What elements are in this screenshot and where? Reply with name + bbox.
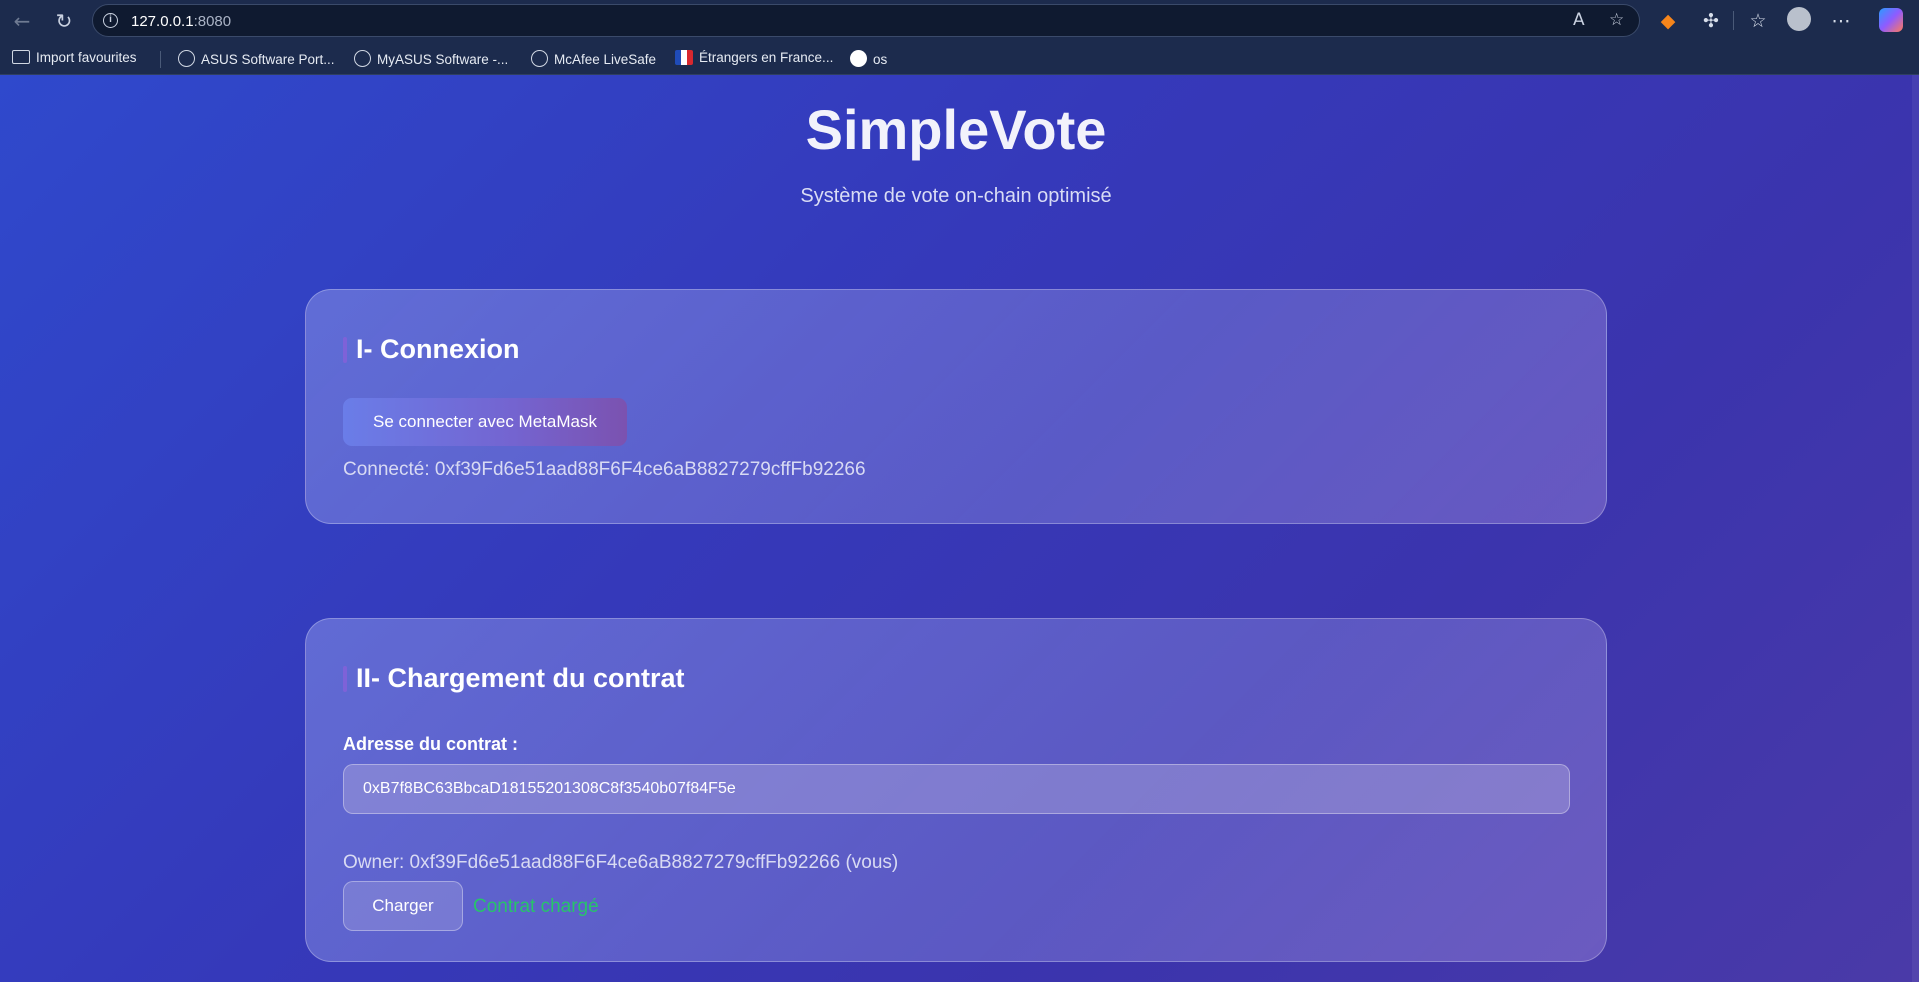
folder-import-icon: [12, 50, 30, 64]
browser-toolbar: ← ↻ i 127.0.0.1:8080 A ☆ ◆ ✣ ☆ ⋯: [0, 0, 1919, 41]
metamask-fox-icon[interactable]: ◆: [1655, 8, 1681, 34]
favorites-list-icon[interactable]: ☆: [1745, 8, 1771, 34]
github-icon: [850, 50, 867, 67]
globe-icon: [354, 50, 371, 67]
site-info-icon[interactable]: i: [103, 13, 118, 28]
owner-address-text: Owner: 0xf39Fd6e51aad88F6F4ce6aB8827279c…: [343, 852, 899, 873]
page-content: SimpleVote Système de vote on-chain opti…: [0, 75, 1919, 982]
fav-label: Étrangers en France...: [699, 50, 834, 65]
favourites-bar: Import favourites ASUS Software Port... …: [0, 41, 1919, 75]
globe-icon: [178, 50, 195, 67]
fav-mcafee-livesafe[interactable]: McAfee LiveSafe: [531, 50, 656, 68]
address-bar[interactable]: i 127.0.0.1:8080 A ☆: [92, 4, 1640, 37]
fav-label: os: [873, 52, 888, 67]
fav-asus-software-portal[interactable]: ASUS Software Port...: [178, 50, 335, 68]
contract-loading-card: II- Chargement du contrat Adresse du con…: [305, 618, 1607, 962]
connexion-title: I- Connexion: [343, 334, 520, 365]
url-text[interactable]: 127.0.0.1:8080: [131, 13, 231, 30]
fav-import-favourites[interactable]: Import favourites: [12, 50, 137, 68]
fav-myasus-software[interactable]: MyASUS Software -...: [354, 50, 508, 68]
connexion-card: I- Connexion Se connecter avec MetaMask …: [305, 289, 1607, 524]
fav-label: ASUS Software Port...: [201, 52, 335, 67]
back-arrow-icon[interactable]: ←: [9, 8, 35, 34]
connected-address-text: Connecté: 0xf39Fd6e51aad88F6F4ce6aB88272…: [343, 459, 866, 480]
url-port: :8080: [193, 13, 232, 30]
url-host: 127.0.0.1: [131, 13, 194, 30]
read-aloud-icon[interactable]: A: [1573, 10, 1585, 30]
page-subtitle: Système de vote on-chain optimisé: [800, 185, 1112, 207]
page-title: SimpleVote: [805, 98, 1107, 161]
connect-metamask-button[interactable]: Se connecter avec MetaMask: [343, 398, 627, 446]
more-options-icon[interactable]: ⋯: [1828, 8, 1854, 34]
fav-os[interactable]: os: [850, 50, 887, 68]
contract-address-input[interactable]: [343, 764, 1570, 814]
fav-label: MyASUS Software -...: [377, 52, 509, 67]
favourites-divider: [160, 51, 161, 68]
contract-status-text: Contrat chargé: [473, 896, 599, 917]
favorite-star-icon[interactable]: ☆: [1609, 10, 1624, 30]
profile-avatar-icon[interactable]: [1787, 7, 1811, 31]
toolbar-divider: [1733, 11, 1734, 30]
contract-section-title: II- Chargement du contrat: [343, 663, 685, 694]
reload-icon[interactable]: ↻: [51, 8, 77, 34]
fav-label: McAfee LiveSafe: [554, 52, 657, 67]
globe-icon: [531, 50, 548, 67]
fav-label: Import favourites: [36, 50, 137, 65]
copilot-icon[interactable]: [1879, 8, 1903, 32]
extensions-puzzle-icon[interactable]: ✣: [1698, 8, 1724, 34]
french-flag-icon: [675, 50, 693, 65]
contract-address-label: Adresse du contrat :: [343, 734, 519, 754]
fav-etrangers-en-france[interactable]: Étrangers en France...: [675, 50, 833, 68]
scrollbar[interactable]: [1912, 75, 1919, 982]
load-contract-button[interactable]: Charger: [343, 881, 463, 931]
